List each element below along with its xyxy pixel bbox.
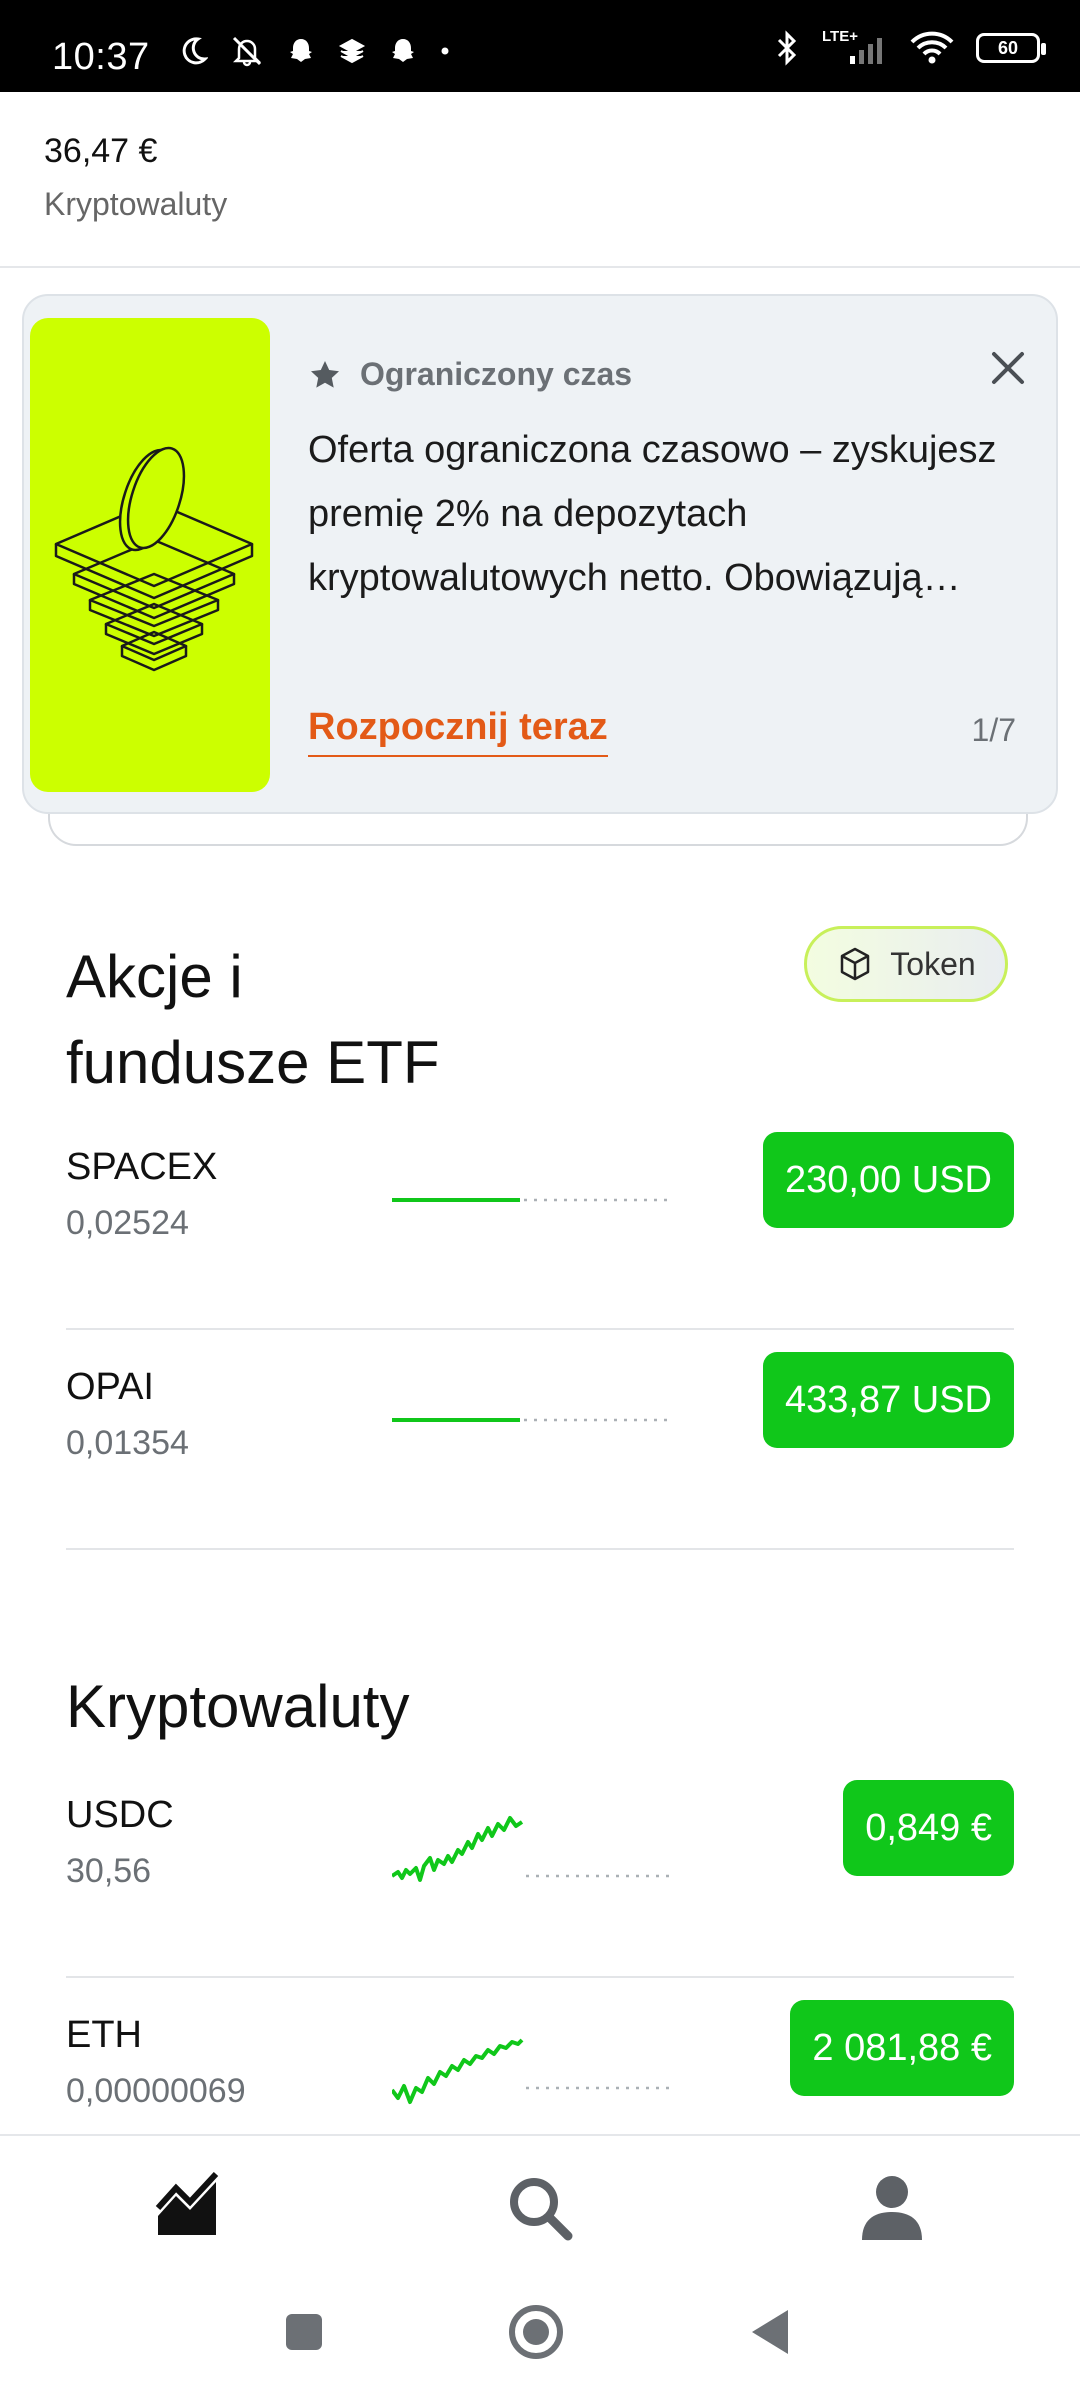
promo-cta-link[interactable]: Rozpocznij teraz (308, 706, 608, 757)
asset-price-badge: 433,87 USD (762, 1352, 1014, 1448)
promo-card[interactable]: Ograniczony czas Oferta ograniczona czas… (22, 294, 1058, 814)
star-icon (311, 360, 339, 388)
promo-tag: Ograniczony czas (308, 356, 632, 393)
asset-name: SPACEX (66, 1146, 218, 1188)
recents-button[interactable] (272, 2300, 336, 2364)
promo-description: Oferta ograniczona czasowo – zyskujesz p… (308, 429, 997, 599)
asset-quantity: 30,56 (66, 1852, 152, 1890)
system-navigation-bar (0, 2272, 1080, 2400)
stocks-title-line2: fundusze ETF (66, 1029, 440, 1096)
moon-icon (182, 37, 208, 65)
close-icon[interactable] (986, 346, 1030, 390)
home-button[interactable] (504, 2300, 568, 2364)
layers-icon (338, 38, 366, 64)
bluetooth-icon (777, 30, 797, 66)
asset-quantity: 0,01354 (66, 1424, 189, 1462)
asset-name: ETH (66, 2014, 142, 2056)
snapchat-icon (290, 39, 312, 62)
profile-icon[interactable] (856, 2172, 928, 2244)
chart-icon[interactable] (152, 2172, 224, 2244)
asset-name: USDC (66, 1794, 174, 1836)
cube-icon (841, 947, 870, 981)
asset-name: OPAI (66, 1366, 154, 1408)
token-filter-chip[interactable]: Token (804, 926, 1008, 1002)
status-bar: 10:37 LTE+ 60 (0, 0, 1080, 92)
sparkline-chart (392, 1198, 674, 1202)
snapchat-icon-2 (392, 39, 414, 62)
sparkline-chart (392, 2038, 674, 2104)
coin-stack-icon (54, 446, 254, 672)
asset-price-badge: 2 081,88 € (790, 2000, 1014, 2096)
back-button[interactable] (738, 2300, 802, 2364)
stocks-section-title: Akcje i fundusze ETF (66, 934, 440, 1106)
portfolio-summary[interactable]: 36,47 € Kryptowaluty (0, 92, 1080, 268)
promo-illustration (30, 318, 270, 792)
asset-row-usdc[interactable]: USDC 30,56 0,849 € (66, 1758, 1014, 1978)
search-icon[interactable] (504, 2172, 576, 2244)
asset-quantity: 0,02524 (66, 1204, 189, 1242)
asset-quantity: 0,00000069 (66, 2072, 246, 2110)
token-chip-label: Token (890, 945, 976, 982)
dot-icon (441, 47, 449, 55)
asset-row-opai[interactable]: OPAI 0,01354 433,87 USD (66, 1330, 1014, 1550)
battery-icon: 60 (976, 33, 1046, 63)
portfolio-label: Kryptowaluty (44, 186, 228, 222)
muted-bell-icon (232, 36, 262, 67)
promo-pagination: 1/7 (971, 712, 1016, 748)
status-system-icons: LTE+ 60 (772, 28, 1046, 66)
crypto-section-title: Kryptowaluty (66, 1673, 410, 1740)
wifi-icon (910, 31, 954, 64)
sparkline-chart (392, 1816, 674, 1882)
stocks-title-line1: Akcje i (66, 943, 243, 1010)
bottom-navigation (0, 2134, 1080, 2272)
asset-price-badge: 230,00 USD (762, 1132, 1014, 1228)
asset-row-spacex[interactable]: SPACEX 0,02524 230,00 USD (66, 1110, 1014, 1330)
status-time: 10:37 (52, 36, 150, 78)
portfolio-value: 36,47 € (44, 132, 158, 170)
status-notification-icons (178, 34, 450, 68)
promo-tag-label: Ograniczony czas (360, 356, 633, 392)
signal-indicator: LTE+ (822, 28, 888, 66)
sparkline-chart (392, 1418, 674, 1422)
signal-bars-icon (850, 38, 882, 64)
asset-price-badge: 0,849 € (843, 1780, 1014, 1876)
